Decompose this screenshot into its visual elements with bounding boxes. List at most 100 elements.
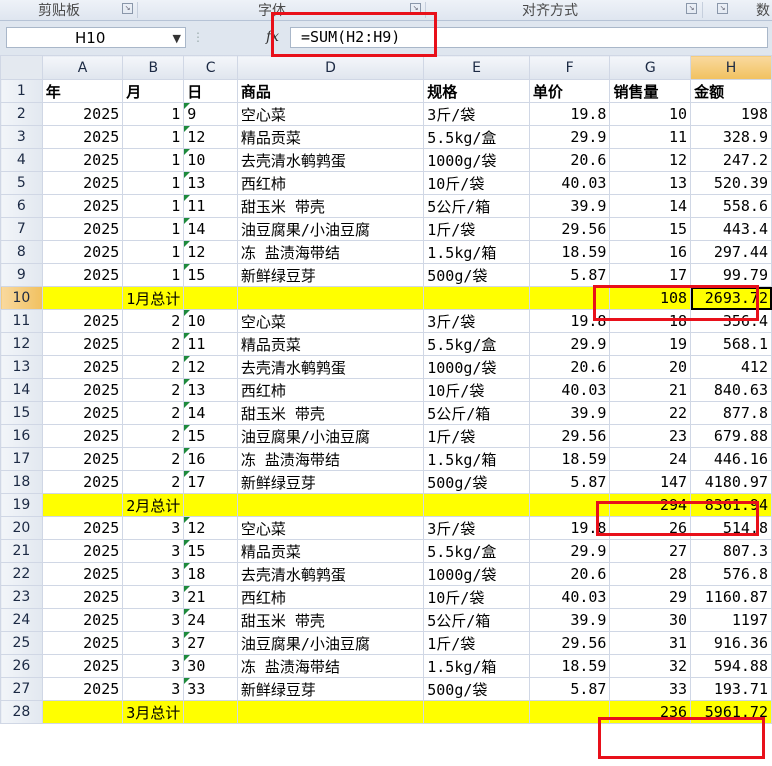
- year-cell[interactable]: 2025: [41, 332, 124, 356]
- product-cell[interactable]: 甜玉米 带壳: [236, 194, 425, 218]
- cell-d[interactable]: [236, 493, 425, 517]
- price-cell[interactable]: 19.8: [528, 102, 611, 126]
- amount-cell[interactable]: 558.6: [690, 194, 772, 218]
- spec-cell[interactable]: 5公斤/箱: [423, 401, 530, 425]
- column-header-e[interactable]: E: [423, 55, 530, 80]
- price-cell[interactable]: 39.9: [528, 608, 611, 632]
- font-dialog-launcher-icon[interactable]: ↘: [410, 3, 421, 14]
- day-cell[interactable]: 15: [183, 424, 238, 448]
- header-cell-f[interactable]: 单价: [528, 79, 611, 103]
- row-header-7[interactable]: 7: [0, 217, 43, 241]
- spec-cell[interactable]: 1.5kg/箱: [423, 447, 530, 471]
- month-cell[interactable]: 1: [122, 217, 185, 241]
- year-cell[interactable]: 2025: [41, 194, 124, 218]
- row-header-15[interactable]: 15: [0, 401, 43, 425]
- product-cell[interactable]: 空心菜: [236, 102, 425, 126]
- year-cell[interactable]: 2025: [41, 631, 124, 655]
- amount-cell[interactable]: 594.88: [690, 654, 772, 678]
- year-cell[interactable]: 2025: [41, 263, 124, 287]
- price-cell[interactable]: 19.8: [528, 516, 611, 540]
- product-cell[interactable]: 精品贡菜: [236, 332, 425, 356]
- product-cell[interactable]: 去壳清水鹌鹑蛋: [236, 355, 425, 379]
- amount-cell[interactable]: 840.63: [690, 378, 772, 402]
- price-cell[interactable]: 5.87: [528, 470, 611, 494]
- amount-cell[interactable]: 443.4: [690, 217, 772, 241]
- row-header-6[interactable]: 6: [0, 194, 43, 218]
- day-cell[interactable]: 33: [183, 677, 238, 701]
- price-cell[interactable]: 5.87: [528, 677, 611, 701]
- year-cell[interactable]: 2025: [41, 309, 124, 333]
- qty-cell[interactable]: 26: [609, 516, 692, 540]
- day-cell[interactable]: 30: [183, 654, 238, 678]
- amount-cell[interactable]: 576.8: [690, 562, 772, 586]
- day-cell[interactable]: 27: [183, 631, 238, 655]
- qty-cell[interactable]: 33: [609, 677, 692, 701]
- total-amount-cell[interactable]: 2693.72: [690, 286, 772, 310]
- day-cell[interactable]: 14: [183, 401, 238, 425]
- qty-cell[interactable]: 13: [609, 171, 692, 195]
- row-header-14[interactable]: 14: [0, 378, 43, 402]
- month-cell[interactable]: 2: [122, 424, 185, 448]
- year-cell[interactable]: 2025: [41, 401, 124, 425]
- total-qty-cell[interactable]: 108: [609, 286, 692, 310]
- spec-cell[interactable]: 1.5kg/箱: [423, 654, 530, 678]
- month-cell[interactable]: 3: [122, 539, 185, 563]
- day-cell[interactable]: 10: [183, 309, 238, 333]
- qty-cell[interactable]: 16: [609, 240, 692, 264]
- month-cell[interactable]: 3: [122, 562, 185, 586]
- year-cell[interactable]: 2025: [41, 654, 124, 678]
- total-amount-cell[interactable]: 5961.72: [690, 700, 772, 724]
- qty-cell[interactable]: 31: [609, 631, 692, 655]
- row-header-22[interactable]: 22: [0, 562, 43, 586]
- amount-cell[interactable]: 297.44: [690, 240, 772, 264]
- row-header-10[interactable]: 10: [0, 286, 43, 310]
- spec-cell[interactable]: 500g/袋: [423, 470, 530, 494]
- month-cell[interactable]: 3: [122, 608, 185, 632]
- amount-cell[interactable]: 99.79: [690, 263, 772, 287]
- row-header-23[interactable]: 23: [0, 585, 43, 609]
- spec-cell[interactable]: 1000g/袋: [423, 355, 530, 379]
- month-cell[interactable]: 2: [122, 355, 185, 379]
- row-header-27[interactable]: 27: [0, 677, 43, 701]
- spec-cell[interactable]: 5.5kg/盒: [423, 332, 530, 356]
- spec-cell[interactable]: 1000g/袋: [423, 148, 530, 172]
- total-qty-cell[interactable]: 294: [609, 493, 692, 517]
- year-cell[interactable]: 2025: [41, 516, 124, 540]
- month-cell[interactable]: 2: [122, 401, 185, 425]
- amount-cell[interactable]: 4180.97: [690, 470, 772, 494]
- amount-cell[interactable]: 247.2: [690, 148, 772, 172]
- cell-c[interactable]: [183, 286, 238, 310]
- day-cell[interactable]: 10: [183, 148, 238, 172]
- product-cell[interactable]: 西红柿: [236, 378, 425, 402]
- year-cell[interactable]: 2025: [41, 125, 124, 149]
- year-cell[interactable]: 2025: [41, 102, 124, 126]
- qty-cell[interactable]: 24: [609, 447, 692, 471]
- qty-cell[interactable]: 19: [609, 332, 692, 356]
- row-header-11[interactable]: 11: [0, 309, 43, 333]
- month-cell[interactable]: 2: [122, 447, 185, 471]
- price-cell[interactable]: 29.9: [528, 332, 611, 356]
- cell-d[interactable]: [236, 286, 425, 310]
- spec-cell[interactable]: 5.5kg/盒: [423, 125, 530, 149]
- total-qty-cell[interactable]: 236: [609, 700, 692, 724]
- day-cell[interactable]: 11: [183, 194, 238, 218]
- cell-c[interactable]: [183, 493, 238, 517]
- month-cell[interactable]: 1: [122, 125, 185, 149]
- row-header-2[interactable]: 2: [0, 102, 43, 126]
- header-cell-a[interactable]: 年: [41, 79, 124, 103]
- qty-cell[interactable]: 147: [609, 470, 692, 494]
- clipboard-dialog-launcher-icon[interactable]: ↘: [122, 3, 133, 14]
- row-header-18[interactable]: 18: [0, 470, 43, 494]
- spec-cell[interactable]: 3斤/袋: [423, 102, 530, 126]
- price-cell[interactable]: 20.6: [528, 562, 611, 586]
- product-cell[interactable]: 精品贡菜: [236, 125, 425, 149]
- cell-e[interactable]: [423, 286, 530, 310]
- number-format-dialog-launcher-icon[interactable]: ↘: [717, 3, 728, 14]
- spec-cell[interactable]: 5公斤/箱: [423, 608, 530, 632]
- row-header-25[interactable]: 25: [0, 631, 43, 655]
- total-label-cell[interactable]: 1月总计: [122, 286, 185, 310]
- row-header-28[interactable]: 28: [0, 700, 43, 724]
- year-cell[interactable]: 2025: [41, 447, 124, 471]
- price-cell[interactable]: 29.56: [528, 424, 611, 448]
- qty-cell[interactable]: 23: [609, 424, 692, 448]
